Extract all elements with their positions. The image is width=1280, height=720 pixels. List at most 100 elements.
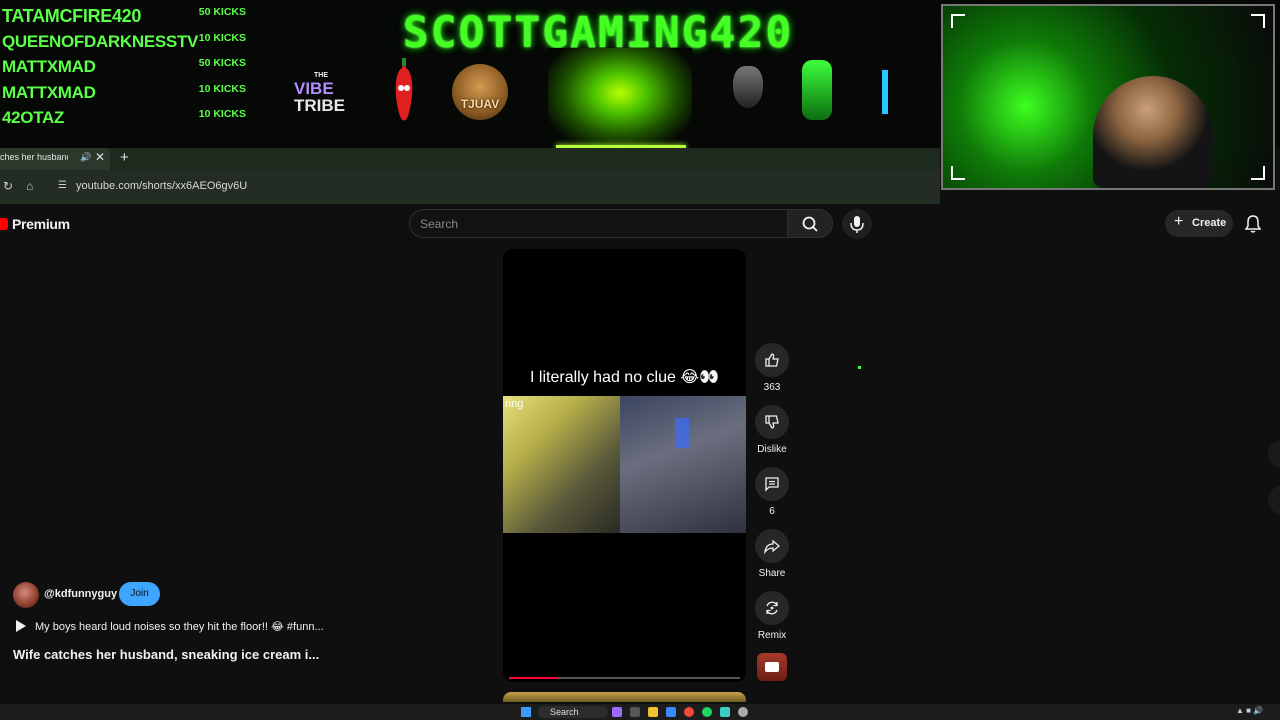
next-short-button[interactable]: [1268, 486, 1280, 514]
comments-action[interactable]: 6: [754, 467, 790, 517]
ring-watermark: ring: [505, 398, 524, 410]
remix-icon: [766, 601, 778, 615]
kick-donor-name: 42OTAZ: [2, 108, 65, 127]
tjuav-label: TJUAV: [460, 97, 500, 111]
dislike-button[interactable]: [755, 405, 789, 439]
comment-icon: [765, 477, 779, 492]
logo-text: Premium: [12, 216, 70, 232]
kick-alert-row: MATTXMAD 50 KICKS: [0, 55, 260, 81]
webcam-corner: [951, 14, 965, 28]
dislike-action[interactable]: Dislike: [754, 405, 790, 455]
green-portal-graphic: [548, 48, 692, 148]
new-tab-icon[interactable]: +: [120, 149, 129, 166]
remix-action[interactable]: Remix: [754, 591, 790, 641]
tjuav-badge: TJUAV: [452, 64, 508, 120]
channel-thumbnail[interactable]: [757, 653, 787, 681]
kitchen-camera-view: [503, 396, 620, 533]
search-box: [409, 209, 787, 238]
kick-amount: 10 KICKS: [198, 82, 246, 95]
plus-icon: +: [1174, 213, 1184, 230]
windows-start-icon[interactable]: [521, 707, 531, 717]
share-arrow-icon: [764, 539, 780, 554]
streamer-webcam: [941, 4, 1275, 190]
address-bar: ↻ ⌂ ☰ youtube.com/shorts/xx6AEO6gv6U: [0, 170, 940, 204]
blue-streak-graphic: [882, 70, 888, 114]
vibe-tribe-logo: THE VIBE TRIBE: [294, 72, 350, 114]
kick-donor-name: TATAMCFIRE420: [2, 6, 142, 26]
video-frame: ring: [503, 396, 746, 533]
youtube-mini-icon: [765, 662, 779, 672]
settings-icon[interactable]: [738, 707, 748, 717]
taskbar-search[interactable]: Search: [538, 706, 608, 718]
app-icon[interactable]: [720, 707, 730, 717]
thumbs-down-icon: [765, 415, 779, 429]
comments-button[interactable]: [755, 467, 789, 501]
like-button[interactable]: [755, 343, 789, 377]
notifications-bell-icon[interactable]: [1244, 214, 1262, 234]
share-label: Share: [758, 568, 786, 579]
kick-donor-name: MATTXMAD: [2, 57, 96, 76]
windows-taskbar: Search ▲ ■ 🔊: [0, 704, 1280, 720]
video-caption: I literally had no clue 😂👀: [530, 369, 719, 386]
next-short-preview[interactable]: [503, 692, 746, 702]
channel-handle[interactable]: @kdfunnyguy: [44, 588, 117, 600]
share-action[interactable]: Share: [754, 529, 790, 579]
spotify-icon[interactable]: [702, 707, 712, 717]
video-description[interactable]: My boys heard loud noises so they hit th…: [35, 620, 324, 633]
video-title[interactable]: Wife catches her husband, sneaking ice c…: [13, 647, 319, 662]
play-icon[interactable]: [16, 620, 26, 632]
search-icon: [802, 216, 818, 232]
widgets-icon[interactable]: [612, 707, 622, 717]
green-mask-graphic: [802, 60, 832, 120]
url-field[interactable]: youtube.com/shorts/xx6AEO6gv6U: [76, 180, 247, 192]
webcam-corner: [1251, 166, 1265, 180]
create-label: Create: [1192, 217, 1227, 229]
create-button[interactable]: + Create: [1165, 210, 1233, 237]
video-progress-bar[interactable]: [509, 677, 740, 679]
search-input[interactable]: [420, 215, 770, 233]
video-progress-fill: [509, 677, 558, 679]
like-action[interactable]: 363: [754, 343, 790, 393]
previous-short-button[interactable]: [1268, 440, 1280, 468]
kick-alert-row: 42OTAZ 10 KICKS: [0, 106, 260, 132]
thumbs-up-icon: [765, 353, 779, 367]
blue-light-spot: [675, 418, 689, 448]
speaker-icon[interactable]: 🔊: [80, 152, 91, 164]
chrome-icon[interactable]: [684, 707, 694, 717]
task-view-icon[interactable]: [630, 707, 640, 717]
search-button[interactable]: [787, 209, 833, 238]
kick-alert-row: TATAMCFIRE420 50 KICKS: [0, 4, 260, 30]
tab-title: ches her husband,: [0, 152, 68, 162]
taskbar-search-label: Search: [550, 707, 579, 717]
grey-mask-graphic: [733, 66, 763, 108]
webcam-corner: [1251, 14, 1265, 28]
hot-pepper-icon: [395, 58, 413, 121]
microphone-icon: [850, 216, 864, 233]
kick-alert-row: QUEENOFDARKNESSTV 10 KICKS: [0, 30, 260, 56]
reload-icon[interactable]: ↻: [3, 179, 13, 193]
comment-count: 6: [769, 506, 775, 517]
short-video-player[interactable]: I literally had no clue 😂👀 ring: [503, 249, 746, 682]
system-tray-icons[interactable]: ▲ ■ 🔊: [1236, 706, 1263, 715]
kick-amount: 10 KICKS: [198, 31, 246, 44]
join-button[interactable]: Join: [119, 582, 160, 606]
webcam-corner: [951, 166, 965, 180]
close-icon[interactable]: ✕: [95, 150, 105, 164]
kick-amount: 50 KICKS: [198, 57, 246, 69]
remix-button[interactable]: [755, 591, 789, 625]
channel-avatar[interactable]: [13, 582, 39, 608]
store-icon[interactable]: [666, 707, 676, 717]
voice-search-button[interactable]: [842, 209, 872, 239]
home-icon[interactable]: ⌂: [26, 179, 33, 193]
file-explorer-icon[interactable]: [648, 707, 658, 717]
browser-tab[interactable]: ches her husband, 🔊 ✕: [0, 148, 110, 170]
browser-tab-strip: ches her husband, 🔊 ✕ +: [0, 148, 940, 170]
mouse-cursor: [858, 366, 861, 369]
site-info-icon[interactable]: ☰: [58, 180, 67, 191]
share-button[interactable]: [755, 529, 789, 563]
kick-amount: 50 KICKS: [198, 6, 246, 18]
stream-overlay: TATAMCFIRE420 50 KICKS QUEENOFDARKNESSTV…: [0, 0, 1280, 190]
kick-amount: 10 KICKS: [198, 108, 246, 120]
kick-alerts-list: TATAMCFIRE420 50 KICKS QUEENOFDARKNESSTV…: [0, 4, 260, 132]
tribe-word: TRIBE: [294, 96, 345, 115]
